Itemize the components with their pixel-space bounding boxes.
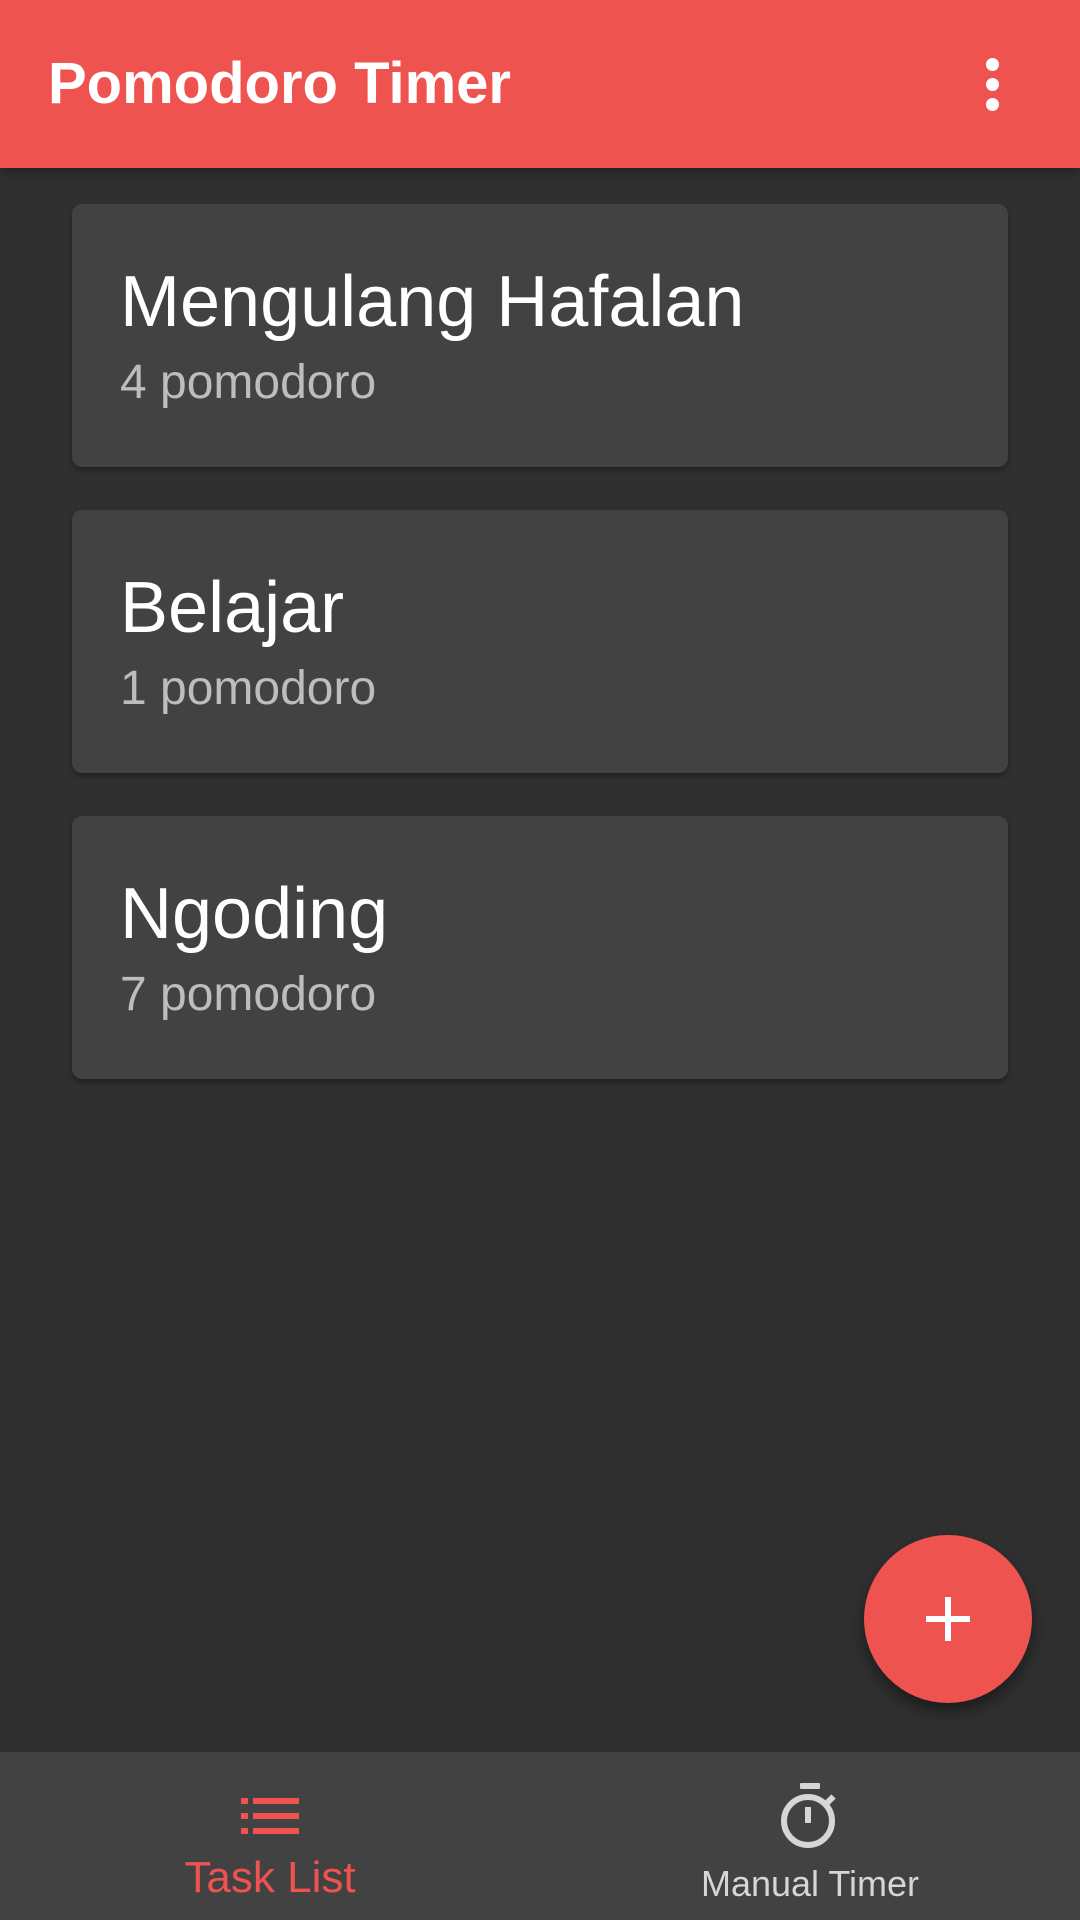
nav-item-manual-timer[interactable]: Manual Timer: [540, 1752, 1080, 1920]
nav-label-task-list: Task List: [184, 1853, 356, 1902]
bottom-navigation: Task List Manual Timer: [0, 1752, 1080, 1920]
app-bar: Pomodoro Timer: [0, 0, 1080, 168]
task-list: Mengulang Hafalan 4 pomodoro Belajar 1 p…: [72, 204, 1008, 1122]
task-pomodoro-count: 1 pomodoro: [120, 662, 377, 715]
add-task-button[interactable]: [864, 1535, 1032, 1703]
task-title: Belajar: [120, 568, 345, 648]
task-card[interactable]: Belajar 1 pomodoro: [72, 510, 1008, 773]
task-card[interactable]: Mengulang Hafalan 4 pomodoro: [72, 204, 1008, 467]
task-card[interactable]: Ngoding 7 pomodoro: [72, 816, 1008, 1079]
task-title: Mengulang Hafalan: [120, 262, 745, 342]
more-vert-icon: [985, 57, 999, 71]
more-vert-icon-dot: [985, 97, 999, 111]
more-vert-icon-dot: [985, 77, 999, 91]
task-pomodoro-count: 7 pomodoro: [120, 968, 377, 1021]
plus-icon: [926, 1597, 970, 1641]
task-pomodoro-count: 4 pomodoro: [120, 356, 377, 409]
timer-icon: [780, 1782, 840, 1850]
task-title: Ngoding: [120, 874, 389, 954]
list-icon: [241, 1782, 299, 1850]
overflow-menu-button[interactable]: [952, 44, 1032, 124]
app-screen: Pomodoro Timer Mengulang Hafalan 4 pomod…: [0, 0, 1080, 1920]
nav-item-task-list[interactable]: Task List: [0, 1752, 540, 1920]
nav-label-manual-timer: Manual Timer: [700, 1863, 920, 1904]
app-title: Pomodoro Timer: [48, 51, 511, 116]
